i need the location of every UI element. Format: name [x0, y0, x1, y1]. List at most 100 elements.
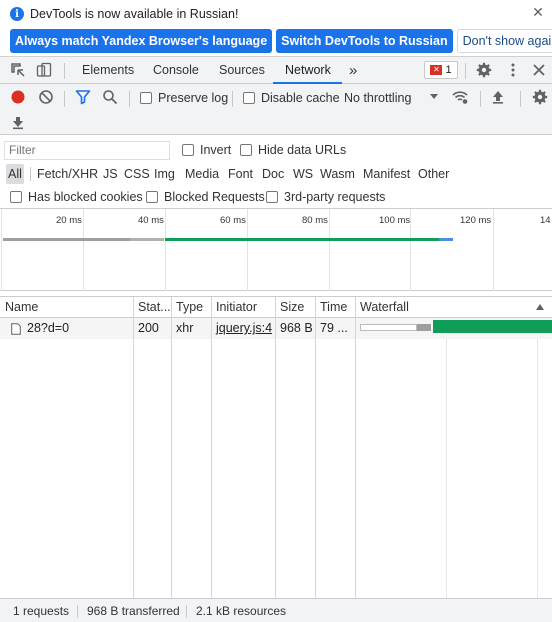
column-divider[interactable]: [211, 297, 212, 599]
disable-cache-label: Disable cache: [261, 91, 340, 105]
search-icon[interactable]: [102, 89, 118, 105]
overview-gridline: [165, 209, 166, 291]
network-overview-timeline[interactable]: 20 ms 40 ms 60 ms 80 ms 100 ms 120 ms 14: [0, 209, 552, 291]
overview-tick-label: 80 ms: [302, 215, 328, 226]
overview-request-bar-download: [165, 238, 439, 241]
network-conditions-wifi-icon[interactable]: [452, 89, 468, 105]
filter-funnel-icon[interactable]: [75, 89, 91, 105]
import-har-upload-icon[interactable]: [490, 89, 506, 105]
filter-type-manifest[interactable]: Manifest: [361, 164, 412, 184]
hide-data-urls-checkbox[interactable]: [240, 144, 252, 156]
waterfall-gridline: [446, 318, 447, 599]
third-party-requests-checkbox[interactable]: [266, 191, 278, 203]
column-divider[interactable]: [355, 297, 356, 599]
document-icon: [11, 323, 21, 335]
filter-input[interactable]: Filter: [4, 141, 170, 160]
hide-data-urls-label: Hide data URLs: [258, 143, 347, 157]
requests-table: Name Stat... Type Initiator Size Time Wa…: [0, 296, 552, 599]
toolbar-divider: [520, 91, 521, 107]
infobar-buttons: Always match Yandex Browser's language S…: [10, 29, 552, 53]
more-options-icon[interactable]: [505, 62, 521, 78]
network-status-bar: 1 requests 968 B transferred 2.1 kB reso…: [0, 598, 552, 622]
settings-gear-icon[interactable]: [476, 62, 492, 78]
switch-devtools-language-button[interactable]: Switch DevTools to Russian: [276, 29, 453, 53]
inspect-element-icon[interactable]: [10, 62, 26, 78]
request-name[interactable]: 28?d=0: [22, 318, 132, 339]
network-toolbar: Preserve log Disable cache No throttling: [0, 84, 552, 135]
toolbar-divider: [480, 91, 481, 107]
overview-gridline: [83, 209, 84, 291]
overview-request-bar-queued: [130, 238, 164, 241]
column-divider[interactable]: [315, 297, 316, 599]
disable-cache-checkbox[interactable]: [243, 92, 255, 104]
sort-ascending-icon[interactable]: [535, 302, 545, 312]
filter-type-other[interactable]: Other: [416, 164, 451, 184]
request-count: 1 requests: [13, 604, 70, 618]
filter-type-img[interactable]: Img: [152, 164, 177, 184]
overview-request-bar-waiting: [3, 238, 130, 241]
tab-sources[interactable]: Sources: [219, 57, 265, 84]
blocked-requests-checkbox[interactable]: [146, 191, 158, 203]
error-count-badge[interactable]: ✕ 1: [424, 61, 458, 79]
filter-type-media[interactable]: Media: [183, 164, 221, 184]
column-divider[interactable]: [275, 297, 276, 599]
filter-type-js[interactable]: JS: [101, 164, 120, 184]
filter-type-doc[interactable]: Doc: [260, 164, 286, 184]
waterfall-queue-bar: [360, 324, 417, 331]
filter-bar: Filter Invert Hide data URLs All Fetch/X…: [0, 136, 552, 209]
chevron-down-icon[interactable]: [428, 90, 440, 102]
table-row[interactable]: 28?d=0 200 xhr jquery.js:4 968 B 79 ...: [0, 318, 552, 339]
column-header-time[interactable]: Time: [315, 297, 355, 317]
request-initiator-link[interactable]: jquery.js:4: [211, 318, 275, 339]
filter-type-ws[interactable]: WS: [291, 164, 315, 184]
preserve-log-label: Preserve log: [158, 91, 229, 105]
throttling-select[interactable]: No throttling: [344, 91, 411, 105]
tab-elements[interactable]: Elements: [82, 57, 134, 84]
clear-icon[interactable]: [38, 89, 54, 105]
column-header-status[interactable]: Stat...: [133, 297, 171, 317]
close-icon[interactable]: ✕: [530, 4, 546, 20]
filter-type-font[interactable]: Font: [226, 164, 255, 184]
preserve-log-checkbox[interactable]: [140, 92, 152, 104]
toolbar-divider: [129, 91, 130, 107]
column-header-size[interactable]: Size: [275, 297, 315, 317]
invert-checkbox[interactable]: [182, 144, 194, 156]
column-header-waterfall[interactable]: Waterfall: [355, 297, 525, 317]
device-toolbar-icon[interactable]: [36, 62, 52, 78]
overview-tick-label: 100 ms: [379, 215, 411, 226]
column-header-initiator[interactable]: Initiator: [211, 297, 275, 317]
filter-type-fetch-xhr[interactable]: Fetch/XHR: [35, 164, 100, 184]
blocked-requests-label: Blocked Requests: [164, 190, 265, 204]
tab-network[interactable]: Network: [273, 57, 342, 84]
more-tabs-chevron-icon[interactable]: »: [349, 57, 357, 84]
request-status: 200: [138, 321, 159, 335]
error-icon: ✕: [430, 65, 443, 75]
overview-tick-label: 120 ms: [460, 215, 492, 226]
record-icon[interactable]: [10, 89, 26, 105]
always-match-language-button[interactable]: Always match Yandex Browser's language: [10, 29, 273, 53]
column-divider[interactable]: [171, 297, 172, 599]
column-header-type[interactable]: Type: [171, 297, 211, 317]
toolbar-divider: [64, 63, 65, 79]
status-divider: [77, 605, 78, 618]
tab-console[interactable]: Console: [153, 57, 199, 84]
status-divider: [186, 605, 187, 618]
filter-type-css[interactable]: CSS: [122, 164, 152, 184]
devtools-tabbar: Elements Console Sources Network » ✕ 1: [0, 57, 552, 84]
column-divider[interactable]: [133, 297, 134, 599]
overview-request-bar-end: [439, 238, 453, 241]
waterfall-download-bar: [433, 320, 552, 333]
overview-tick-label: 20 ms: [56, 215, 82, 226]
overview-gridline: [329, 209, 330, 291]
close-devtools-icon[interactable]: [531, 62, 547, 78]
overview-tick-label: 40 ms: [138, 215, 164, 226]
invert-label: Invert: [200, 143, 232, 157]
has-blocked-cookies-checkbox[interactable]: [10, 191, 22, 203]
column-header-name[interactable]: Name: [0, 297, 133, 317]
filter-type-all[interactable]: All: [6, 164, 24, 184]
network-settings-gear-icon[interactable]: [532, 89, 548, 105]
filter-type-wasm[interactable]: Wasm: [318, 164, 357, 184]
dont-show-again-button[interactable]: Don't show again: [456, 29, 552, 53]
toolbar-divider: [232, 91, 233, 107]
export-har-download-icon[interactable]: [10, 114, 26, 130]
